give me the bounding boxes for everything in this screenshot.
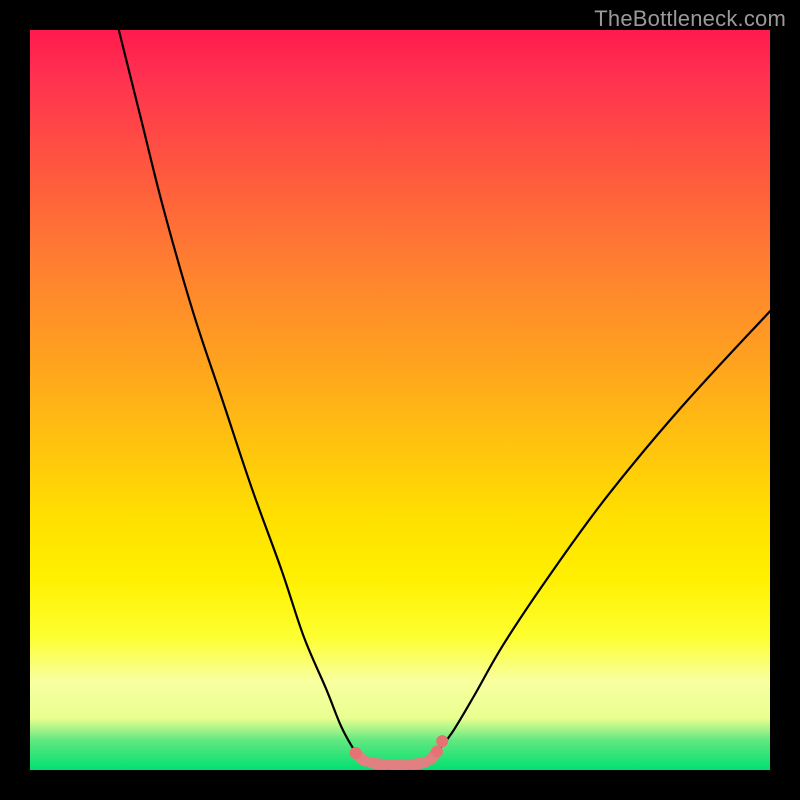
plot-area [30, 30, 770, 770]
bottleneck-curve [30, 30, 770, 770]
pink-band-stroke [356, 752, 437, 765]
watermark-text: TheBottleneck.com [594, 6, 786, 32]
left-curve [119, 30, 365, 761]
chart-frame: TheBottleneck.com [0, 0, 800, 800]
right-curve [429, 311, 770, 761]
